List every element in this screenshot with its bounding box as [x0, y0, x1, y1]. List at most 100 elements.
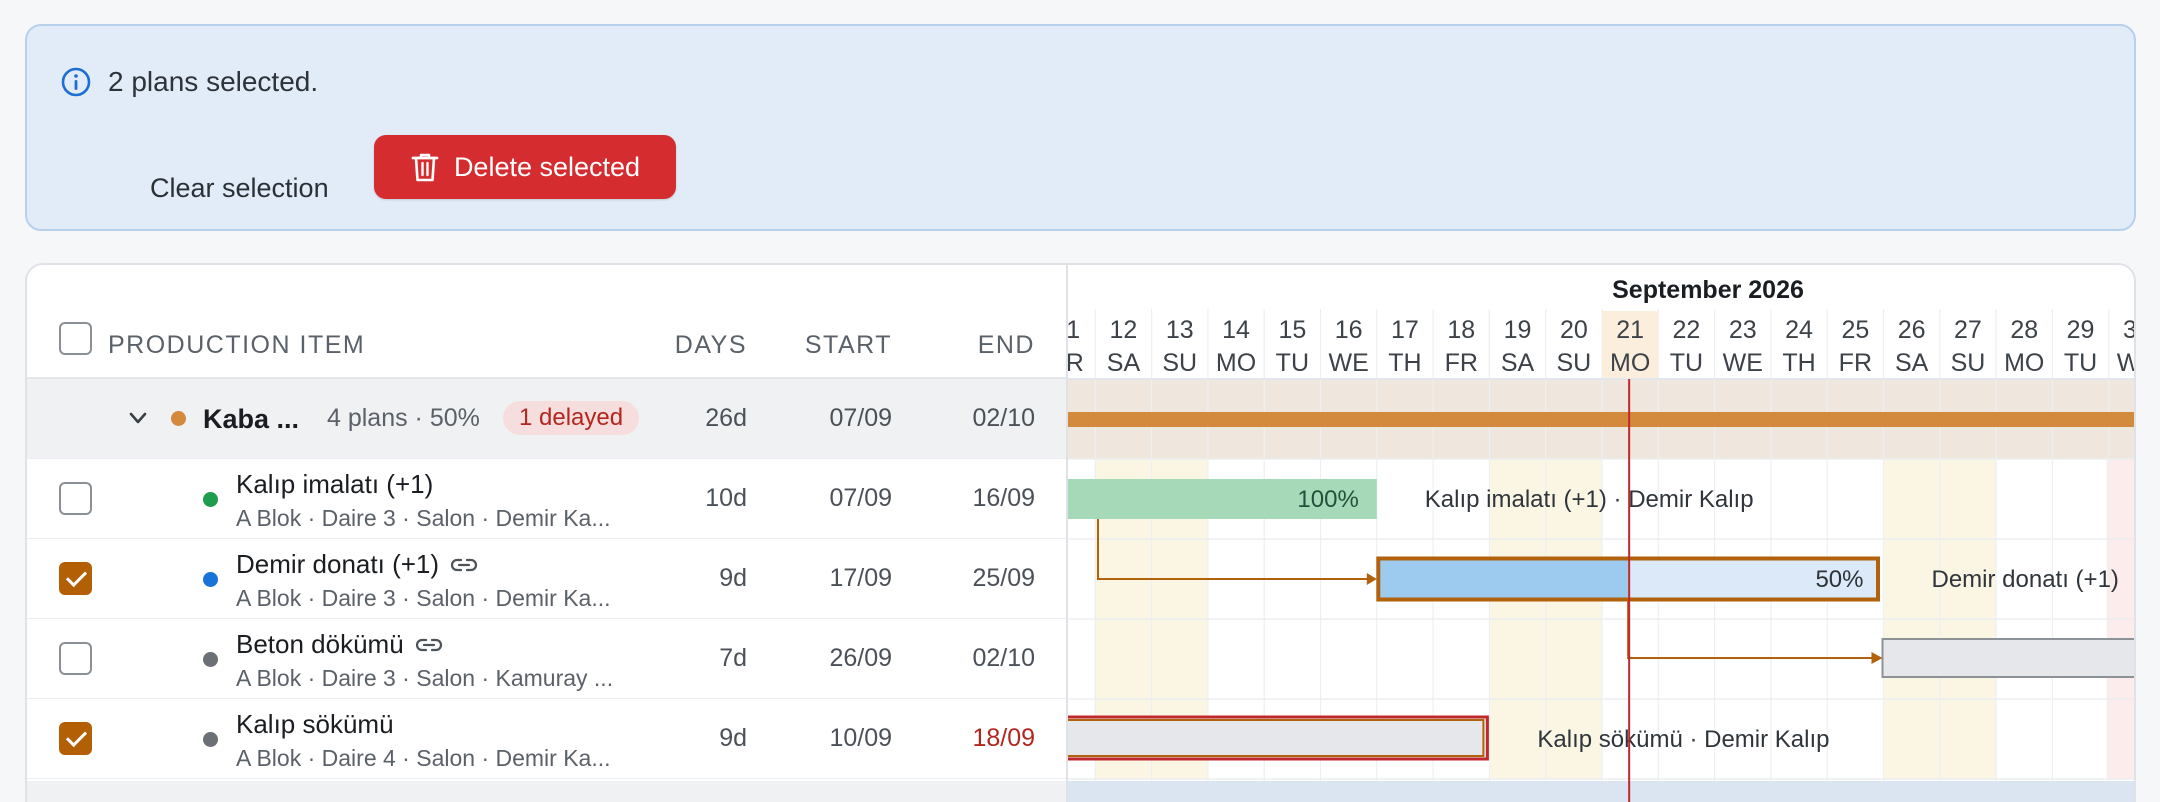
day-of-week: SA: [1501, 349, 1535, 377]
row-checkbox[interactable]: [59, 642, 92, 675]
item-start: 17/09: [829, 564, 892, 592]
clear-selection-button[interactable]: Clear selection: [132, 156, 347, 220]
row-checkbox[interactable]: [59, 722, 92, 755]
dependency-arrowhead: [1366, 573, 1377, 585]
item-name: Kalıp sökümü: [236, 709, 394, 740]
day-number: 13: [1166, 316, 1194, 344]
delete-selected-label: Delete selected: [453, 151, 641, 182]
day-of-week: SU: [1951, 349, 1986, 377]
status-dot: [203, 492, 218, 507]
column-header-end[interactable]: END: [978, 331, 1035, 360]
item-location: A Blok · Daire 3 · Salon · Demir Ka...: [236, 505, 611, 531]
day-of-week: SU: [1162, 349, 1197, 377]
task-bar-kalip-sokumu[interactable]: [1068, 715, 1489, 761]
column-header-days[interactable]: DAYS: [675, 331, 747, 360]
item-days: 9d: [719, 724, 747, 752]
day-number: 27: [1954, 316, 1982, 344]
day-of-week: TH: [1782, 349, 1815, 377]
selection-banner: 2 plans selected. Clear selection Delete…: [25, 24, 2136, 231]
day-number: 11: [1068, 316, 1080, 344]
item-end: 02/10: [972, 644, 1035, 672]
task-bar-label: Demir donatı (+1): [1932, 566, 2119, 593]
delayed-badge: 1 delayed: [503, 401, 640, 435]
item-end: 25/09: [972, 564, 1035, 592]
day-of-week: MO: [1216, 349, 1256, 377]
group-color-dot: [171, 411, 186, 426]
task-progress-label: 50%: [1815, 566, 1863, 593]
group-start: 07/09: [829, 404, 892, 432]
selection-count-text: 2 plans selected.: [108, 66, 319, 97]
item-name: Demir donatı (+1): [236, 549, 479, 580]
day-number: 20: [1560, 316, 1588, 344]
link-icon: [415, 638, 442, 651]
item-location: A Blok · Daire 4 · Salon · Demir Ka...: [236, 745, 611, 771]
day-of-week: WE: [2117, 349, 2136, 377]
group-name: Kaba ...: [203, 404, 300, 434]
status-dot: [203, 732, 218, 747]
day-number: 12: [1110, 316, 1138, 344]
item-days: 10d: [705, 484, 747, 512]
status-dot: [203, 572, 218, 587]
day-of-week: FR: [1068, 349, 1084, 377]
task-bar-beton-dokumu[interactable]: [1881, 638, 2137, 678]
column-header-item[interactable]: PRODUCTION ITEM: [108, 331, 365, 360]
table-row[interactable]: Kalıp imalatı (+1) A Blok · Daire 3 · Sa…: [27, 459, 1067, 539]
group-end: 02/10: [972, 404, 1035, 432]
day-of-week: MO: [2004, 349, 2044, 377]
item-days: 9d: [719, 564, 747, 592]
day-number: 22: [1673, 316, 1701, 344]
select-all-checkbox[interactable]: [59, 322, 92, 355]
day-number: 19: [1504, 316, 1532, 344]
item-name-text: Demir donatı (+1): [236, 549, 440, 579]
table-row[interactable]: Kalıp sökümü A Blok · Daire 4 · Salon · …: [27, 699, 1067, 779]
task-bar-label: Kalıp imalatı (+1) · Demir Kalıp: [1425, 486, 1754, 513]
day-of-week: TH: [1388, 349, 1421, 377]
task-bar-label: Kalıp sökümü · Demir Kalıp: [1537, 726, 1829, 753]
item-location: A Blok · Daire 3 · Salon · Demir Ka...: [236, 585, 611, 611]
plan-table: PRODUCTION ITEM DAYS START END Kaba ... …: [27, 265, 1067, 802]
day-number: 16: [1335, 316, 1363, 344]
day-of-week: WE: [1723, 349, 1763, 377]
row-checkbox[interactable]: [59, 562, 92, 595]
day-number: 23: [1729, 316, 1757, 344]
day-of-week: TU: [1276, 349, 1309, 377]
chevron-down-icon[interactable]: [125, 405, 151, 431]
group-row[interactable]: Kaba ... 4 plans · 50% 1 delayed 26d 07/…: [27, 379, 1067, 459]
gantt-timeline: September 2026 11 FR 12 SA 13 SU 14 MO 15 TU 16 WE 17…: [1066, 265, 2137, 802]
row-checkbox[interactable]: [59, 482, 92, 515]
column-header-start[interactable]: START: [805, 331, 892, 360]
day-of-week: SA: [1895, 349, 1929, 377]
item-start: 07/09: [829, 484, 892, 512]
trash-icon: [411, 153, 439, 182]
task-bar-progress-fill: [1376, 557, 1629, 601]
day-of-week: FR: [1839, 349, 1872, 377]
day-of-week: SU: [1556, 349, 1591, 377]
day-number: 29: [2067, 316, 2095, 344]
table-header: PRODUCTION ITEM DAYS START END: [27, 265, 1067, 379]
link-icon: [451, 558, 478, 571]
day-number: 30: [2123, 316, 2136, 344]
group-summary: 4 plans · 50%: [327, 404, 480, 432]
status-dot: [203, 652, 218, 667]
month-label: September 2026: [1612, 276, 1804, 304]
day-number: 17: [1391, 316, 1419, 344]
item-end: 16/09: [972, 484, 1035, 512]
table-row[interactable]: Beton dökümü A Blok · Daire 3 · Salon · …: [27, 619, 1067, 699]
dependency-arrow: [1627, 601, 1876, 659]
item-location: A Blok · Daire 3 · Salon · Kamuray ...: [236, 665, 614, 691]
day-of-week: TU: [1670, 349, 1703, 377]
item-name-text: Kalıp imalatı (+1): [236, 469, 434, 499]
timeline-canvas: September 2026 11 FR 12 SA 13 SU 14 MO 15 TU 16 WE 17…: [1068, 276, 2137, 802]
group-summary-bar[interactable]: [1068, 412, 2136, 427]
day-number: 24: [1785, 316, 1813, 344]
delete-selected-button[interactable]: Delete selected: [374, 135, 676, 199]
item-name-text: Kalıp sökümü: [236, 709, 394, 739]
selection-info: 2 plans selected.: [60, 66, 318, 98]
task-progress-label: 100%: [1297, 486, 1358, 513]
gantt-card: PRODUCTION ITEM DAYS START END Kaba ... …: [25, 263, 2136, 802]
table-row[interactable]: Demir donatı (+1) A Blok · Daire 3 · Sal…: [27, 539, 1067, 619]
item-start: 10/09: [829, 724, 892, 752]
day-of-week: TU: [2064, 349, 2097, 377]
item-start: 26/09: [829, 644, 892, 672]
item-name: Beton dökümü: [236, 629, 444, 660]
